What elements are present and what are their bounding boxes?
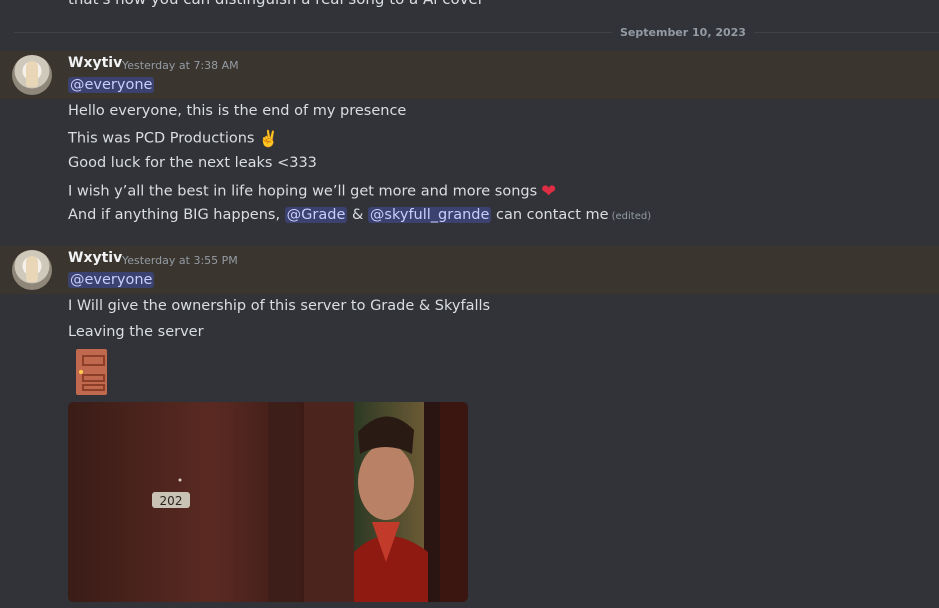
gif-scene: 202 — [68, 402, 468, 602]
top-message-fragment: that's how you can distinguish a real so… — [68, 0, 484, 8]
timestamp[interactable]: Yesterday at 3:55 PM — [122, 254, 238, 267]
mention-user[interactable]: @skyfull_grande — [367, 207, 492, 223]
mention-everyone[interactable]: @everyone — [68, 77, 155, 93]
red-heart-emoji: ❤ — [541, 181, 557, 202]
mention-user[interactable]: @Grade — [284, 207, 348, 223]
username[interactable]: Wxytiv — [68, 250, 122, 266]
message-line: Hello everyone, this is the end of my pr… — [68, 103, 407, 119]
message-text: And if anything BIG happens, — [68, 207, 285, 223]
message-text: This was PCD Productions — [68, 130, 255, 147]
message-line: I wish y’all the best in life hoping we’… — [68, 181, 556, 202]
message-line: I Will give the ownership of this server… — [68, 298, 491, 314]
door-panel — [82, 384, 105, 391]
mention-everyone[interactable]: @everyone — [68, 272, 155, 288]
date-divider-label: September 10, 2023 — [612, 26, 754, 39]
username[interactable]: Wxytiv — [68, 55, 122, 71]
room-number: 202 — [160, 494, 183, 508]
message-line: @everyone — [68, 77, 155, 93]
avatar[interactable] — [12, 250, 52, 290]
message-text: I wish y’all the best in life hoping we’… — [68, 183, 538, 200]
avatar-figure — [26, 61, 38, 87]
divider-line — [14, 32, 939, 33]
message-line: This was PCD Productions ✌️ — [68, 129, 278, 148]
edited-label: (edited) — [611, 211, 652, 222]
message-line: @everyone — [68, 272, 155, 288]
avatar[interactable] — [12, 55, 52, 95]
message-line: Good luck for the next leaks <333 — [68, 155, 317, 171]
door-emoji — [76, 349, 107, 395]
message-text: & — [347, 207, 368, 223]
gif-attachment[interactable]: 202 — [68, 402, 468, 602]
victory-hand-emoji: ✌️ — [258, 129, 279, 148]
door-panel — [82, 374, 105, 382]
message-line: And if anything BIG happens, @Grade & @s… — [68, 207, 651, 223]
avatar-figure — [26, 256, 38, 282]
message-text: can contact me — [491, 207, 609, 223]
door-panel — [82, 355, 105, 366]
timestamp[interactable]: Yesterday at 7:38 AM — [122, 59, 239, 72]
message-line: Leaving the server — [68, 324, 204, 340]
